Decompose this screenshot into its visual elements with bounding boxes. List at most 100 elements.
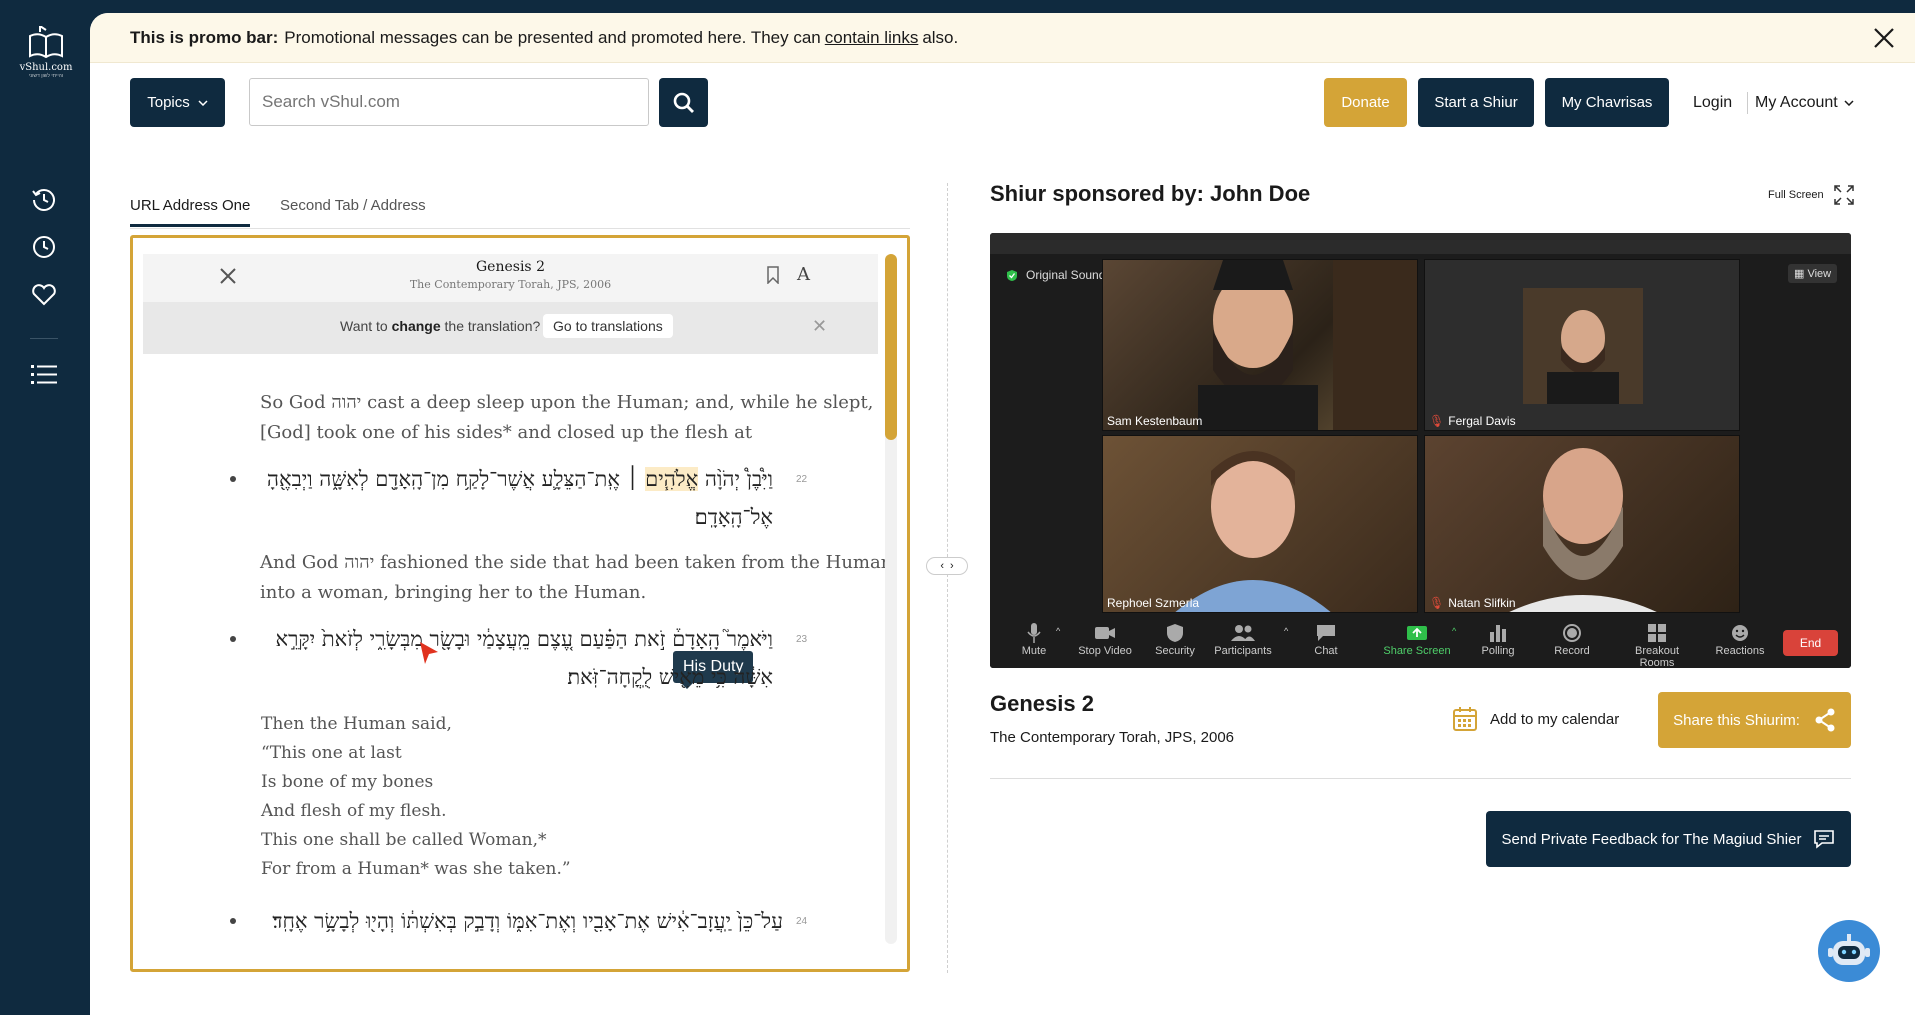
hebrew-verse-line: אֶל־הָֽאָדָֽם׃ xyxy=(694,505,773,529)
mute-label: Mute xyxy=(1021,645,1047,657)
prompt-bold: change xyxy=(391,318,441,334)
tab-url-address-one[interactable]: URL Address One xyxy=(130,197,251,227)
shiur-subtitle: The Contemporary Torah, JPS, 2006 xyxy=(990,729,1235,746)
topics-label: Topics xyxy=(147,94,190,111)
logo-text: vShul.com xyxy=(19,62,73,73)
close-translation-icon[interactable]: ✕ xyxy=(812,316,827,337)
chatbot-button[interactable] xyxy=(1818,920,1880,982)
end-meeting-button[interactable]: End xyxy=(1783,630,1838,656)
clock-icon[interactable] xyxy=(29,232,59,262)
paragraph-line: And God יהוה fashioned the side that had… xyxy=(260,552,893,573)
add-to-calendar-button[interactable]: Add to my calendar xyxy=(1452,706,1619,732)
microphone-icon xyxy=(1027,623,1041,643)
stop-video-button[interactable]: Stop Video xyxy=(1078,621,1132,657)
heart-icon[interactable] xyxy=(29,280,59,310)
record-label: Record xyxy=(1554,645,1590,657)
prompt-suffix: the translation? xyxy=(444,318,541,334)
participant-tile[interactable]: 🎙 Fergal Davis xyxy=(1424,259,1740,431)
mute-button[interactable]: Mute xyxy=(1014,621,1054,657)
header-separator xyxy=(1747,92,1748,114)
view-label: View xyxy=(1807,268,1832,280)
my-chavrisas-button[interactable]: My Chavrisas xyxy=(1545,78,1669,127)
caret-up-icon[interactable]: ^ xyxy=(1056,626,1060,636)
video-top-bar xyxy=(990,233,1851,254)
list-icon[interactable] xyxy=(29,360,59,390)
shield-check-icon xyxy=(1007,269,1017,281)
bar-chart-icon xyxy=(1490,625,1506,642)
address-tabs: URL Address One Second Tab / Address xyxy=(130,183,910,229)
hebrew-verse-line: וַיֹּאמֶר֮ הָֽאָדָם֒ זֹ֣את הַפַּ֗עַם עֶ֚… xyxy=(275,627,773,651)
promo-text: Promotional messages can be presented an… xyxy=(284,27,821,47)
participant-tile[interactable]: 🎙 Natan Slifkin xyxy=(1424,435,1740,613)
search-input[interactable] xyxy=(249,78,649,126)
paragraph-line: [God] took one of his sides* and closed … xyxy=(260,422,753,443)
share-icon xyxy=(1815,708,1835,732)
participant-name: 🎙 Natan Slifkin xyxy=(1429,596,1516,610)
search-button[interactable] xyxy=(659,78,708,127)
hebrew-segment: ׀ אֶֽת־הַצֵּלָ֛ע אֲשֶׁר־לָקַ֥ח מִן־הָֽאָ… xyxy=(266,467,639,491)
caret-up-icon[interactable]: ^ xyxy=(1452,626,1456,636)
section-divider xyxy=(990,778,1851,779)
send-feedback-button[interactable]: Send Private Feedback for The Magiud Shi… xyxy=(1486,811,1851,867)
security-button[interactable]: Security xyxy=(1150,621,1200,657)
tab-second-address[interactable]: Second Tab / Address xyxy=(280,197,426,224)
chat-icon xyxy=(1317,625,1335,641)
reader-scrollbar[interactable] xyxy=(885,254,897,944)
participant-tile[interactable]: Sam Kestenbaum xyxy=(1102,259,1418,431)
share-label: Share this Shiurim: xyxy=(1673,711,1800,729)
pane-divider xyxy=(947,183,948,973)
topics-button[interactable]: Topics xyxy=(130,78,225,127)
donate-button[interactable]: Donate xyxy=(1324,78,1407,127)
breakout-rooms-button[interactable]: Breakout Rooms xyxy=(1617,621,1697,668)
scrollbar-thumb[interactable] xyxy=(885,254,897,440)
participant-tile[interactable]: Rephoel Szmerla xyxy=(1102,435,1418,613)
fullscreen-button[interactable]: Full Screen xyxy=(1768,185,1854,205)
cursor-pointer-icon xyxy=(420,642,438,664)
login-link[interactable]: Login xyxy=(1693,94,1732,112)
translation-prompt: Want to change the translation? xyxy=(340,318,540,334)
calendar-label: Add to my calendar xyxy=(1490,710,1620,728)
text-reader: Genesis 2 The Contemporary Torah, JPS, 2… xyxy=(130,235,910,972)
share-screen-button[interactable]: Share Screen xyxy=(1382,621,1452,657)
go-to-translations-button[interactable]: Go to translations xyxy=(543,314,673,338)
chat-label: Chat xyxy=(1314,645,1338,657)
highlighted-word[interactable]: אֱלֹהִ֧ים xyxy=(645,467,699,491)
feedback-label: Send Private Feedback for The Magiud Shi… xyxy=(1501,830,1802,848)
close-icon[interactable] xyxy=(1871,25,1897,51)
start-shiur-button[interactable]: Start a Shiur xyxy=(1418,78,1534,127)
sidebar: vShul.com והייתי לשון דשוני xyxy=(0,0,90,1015)
main-panel: This is promo bar: Promotional messages … xyxy=(90,13,1915,1015)
promo-link[interactable]: contain links xyxy=(825,28,919,48)
poem-line: “This one at last xyxy=(261,743,402,763)
share-button[interactable]: Share this Shiurim: xyxy=(1658,692,1851,748)
verse-bullet xyxy=(230,918,236,924)
muted-mic-icon: 🎙 xyxy=(1429,414,1445,428)
chevron-left-icon: ‹ xyxy=(940,560,944,572)
participants-button[interactable]: Participants xyxy=(1210,621,1276,657)
prompt-prefix: Want to xyxy=(340,318,388,334)
sidebar-divider xyxy=(30,338,58,339)
chevron-right-icon: › xyxy=(950,560,954,572)
view-button[interactable]: ▦ View xyxy=(1788,264,1838,283)
message-icon xyxy=(1814,830,1835,849)
record-button[interactable]: Record xyxy=(1548,621,1596,657)
logo[interactable]: vShul.com והייתי לשון דשוני xyxy=(18,26,74,79)
poem-line: And flesh of my flesh. xyxy=(261,801,447,821)
resize-handle[interactable]: ‹ › xyxy=(926,557,968,575)
reactions-button[interactable]: Reactions xyxy=(1715,621,1765,657)
poem-line: For from a Human* was she taken.” xyxy=(261,859,571,879)
my-account-menu[interactable]: My Account xyxy=(1755,94,1854,112)
record-icon xyxy=(1563,624,1581,642)
share-screen-label: Share Screen xyxy=(1383,645,1451,657)
participant-name: Sam Kestenbaum xyxy=(1107,414,1203,428)
sponsor-heading: Shiur sponsored by: John Doe xyxy=(990,181,1311,206)
font-size-icon[interactable]: A xyxy=(797,264,810,285)
history-icon[interactable] xyxy=(29,184,59,214)
caret-up-icon[interactable]: ^ xyxy=(1284,626,1288,636)
poem-line: This one shall be called Woman,* xyxy=(261,830,547,850)
poem-line: Then the Human said, xyxy=(261,714,452,734)
polling-button[interactable]: Polling xyxy=(1474,621,1522,657)
chat-button[interactable]: Chat xyxy=(1306,621,1346,657)
participant-video-icon xyxy=(1509,448,1657,612)
bookmark-icon[interactable] xyxy=(766,266,780,284)
